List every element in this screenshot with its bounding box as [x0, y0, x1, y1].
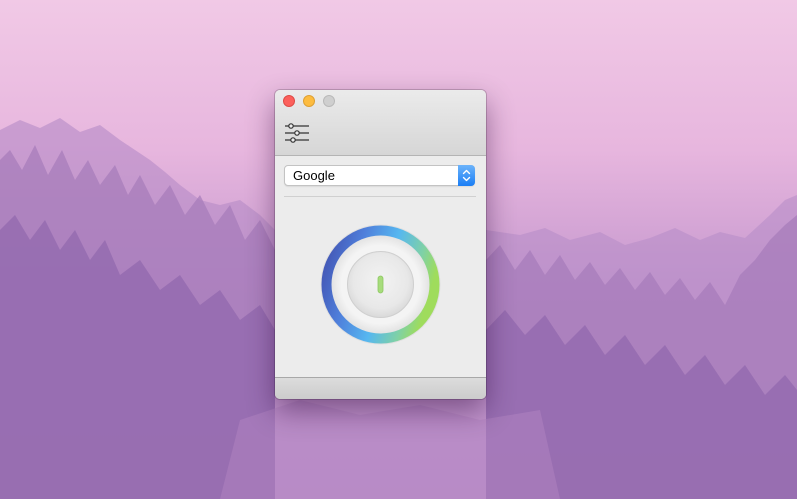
close-button[interactable] [283, 95, 295, 107]
settings-button[interactable] [283, 122, 311, 146]
search-engine-selected-value: Google [293, 168, 335, 183]
status-bar [275, 377, 486, 399]
power-toggle-icon [377, 275, 384, 294]
power-dial[interactable] [320, 224, 441, 345]
chevron-updown-icon [458, 165, 475, 186]
title-bar [275, 90, 486, 156]
desktop: Google [0, 0, 797, 499]
minimize-button[interactable] [303, 95, 315, 107]
divider [284, 196, 476, 197]
app-window: Google [275, 90, 486, 399]
sliders-icon [285, 123, 309, 143]
zoom-button[interactable] [323, 95, 335, 107]
search-engine-select[interactable]: Google [284, 165, 475, 186]
